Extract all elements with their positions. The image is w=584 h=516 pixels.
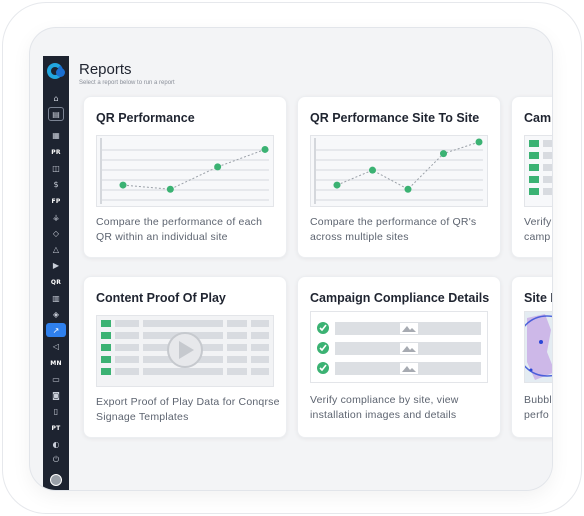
barcode-icon[interactable]: ▥ <box>46 291 66 305</box>
power-icon[interactable]: ⏻ <box>46 453 66 467</box>
report-card-campaign-partial[interactable]: Cam Verify camp <box>511 96 552 258</box>
sidebar-section-pr: PR <box>51 149 61 156</box>
home-icon[interactable]: ⌂ <box>46 91 66 105</box>
sidebar-section-pt: PT <box>51 425 61 432</box>
bag-icon[interactable]: ◫ <box>46 161 66 175</box>
card-description: Verify compliance by site, view installa… <box>310 394 459 421</box>
preview-point <box>214 163 222 171</box>
preview-point <box>440 150 447 158</box>
main-content: Reports Select a report below to run a r… <box>69 56 552 490</box>
preview-line <box>122 148 266 190</box>
alert-icon[interactable]: △ <box>46 242 66 256</box>
sitemap-icon[interactable]: ⚶ <box>46 210 66 224</box>
preview-point <box>119 181 127 189</box>
video-table-preview <box>96 315 274 387</box>
toggle-icon[interactable]: ◐ <box>46 437 66 451</box>
megaphone-icon[interactable]: ◁ <box>46 339 66 353</box>
card-description: Bubbl perfo <box>524 394 552 421</box>
play-icon[interactable]: ▶ <box>46 258 66 272</box>
report-card-site-map-partial[interactable]: Site I Bubbl perfo <box>511 276 552 438</box>
map-preview <box>524 311 552 383</box>
preview-point <box>261 145 269 153</box>
reports-icon[interactable]: ▤ <box>48 107 64 121</box>
sidebar-section-fp: FP <box>51 198 61 205</box>
tag-icon[interactable]: ◇ <box>46 226 66 240</box>
sidebar-nav: ⌂ ▤ ▦ PR ◫ $ FP ⚶ ◇ △ ▶ QR ▥ ◈ ↗ ◁ MN ▭ … <box>43 56 69 490</box>
grid-icon[interactable]: ▦ <box>46 128 66 142</box>
report-card-campaign-compliance[interactable]: Campaign Compliance Details Verify compl… <box>297 276 501 438</box>
card-description: Compare the performance of QR's across m… <box>310 216 477 243</box>
app-logo[interactable] <box>45 60 67 82</box>
card-title: QR Performance <box>96 111 195 125</box>
layers-icon[interactable]: ◈ <box>46 307 66 321</box>
card-title: Site I <box>524 291 552 305</box>
card-description: Compare the performance of each QR withi… <box>96 216 263 243</box>
card-title: Campaign Compliance Details <box>310 291 490 305</box>
document-icon[interactable]: ▯ <box>46 404 66 418</box>
preview-point <box>475 138 483 146</box>
card-title: Cam <box>524 111 552 125</box>
folder-icon[interactable]: ▭ <box>46 372 66 386</box>
report-card-qr-performance[interactable]: QR Performance Compare the performance o… <box>83 96 287 258</box>
preview-point <box>369 166 376 174</box>
report-card-content-proof-of-play[interactable]: Content Proof Of Play Export Proof of Pl… <box>83 276 287 438</box>
chart-icon[interactable]: ↗ <box>46 323 66 337</box>
preview-point <box>333 181 341 189</box>
camera-icon[interactable]: ◙ <box>46 388 66 402</box>
line-chart-preview <box>96 135 274 207</box>
user-avatar[interactable] <box>50 474 62 486</box>
dollar-icon[interactable]: $ <box>46 177 66 191</box>
app-window: ⌂ ▤ ▦ PR ◫ $ FP ⚶ ◇ △ ▶ QR ▥ ◈ ↗ ◁ MN ▭ … <box>30 28 552 490</box>
page-title: Reports <box>79 61 132 78</box>
table-list-preview <box>524 135 552 207</box>
report-card-qr-site-to-site[interactable]: QR Performance Site To Site Compare the … <box>297 96 501 258</box>
preview-point <box>166 185 174 193</box>
sidebar-section-qr: QR <box>50 279 62 286</box>
line-chart-preview <box>310 135 488 207</box>
sidebar-section-mn: MN <box>50 360 62 367</box>
card-title: QR Performance Site To Site <box>310 111 480 125</box>
page-subtitle: Select a report below to run a report <box>79 80 175 86</box>
card-description: Export Proof of Play Data for Conqrse Si… <box>96 396 280 423</box>
preview-line <box>336 141 480 190</box>
checklist-preview <box>310 311 488 383</box>
preview-point <box>404 185 412 193</box>
card-description: Verify camp <box>524 216 552 243</box>
card-title: Content Proof Of Play <box>96 291 226 305</box>
